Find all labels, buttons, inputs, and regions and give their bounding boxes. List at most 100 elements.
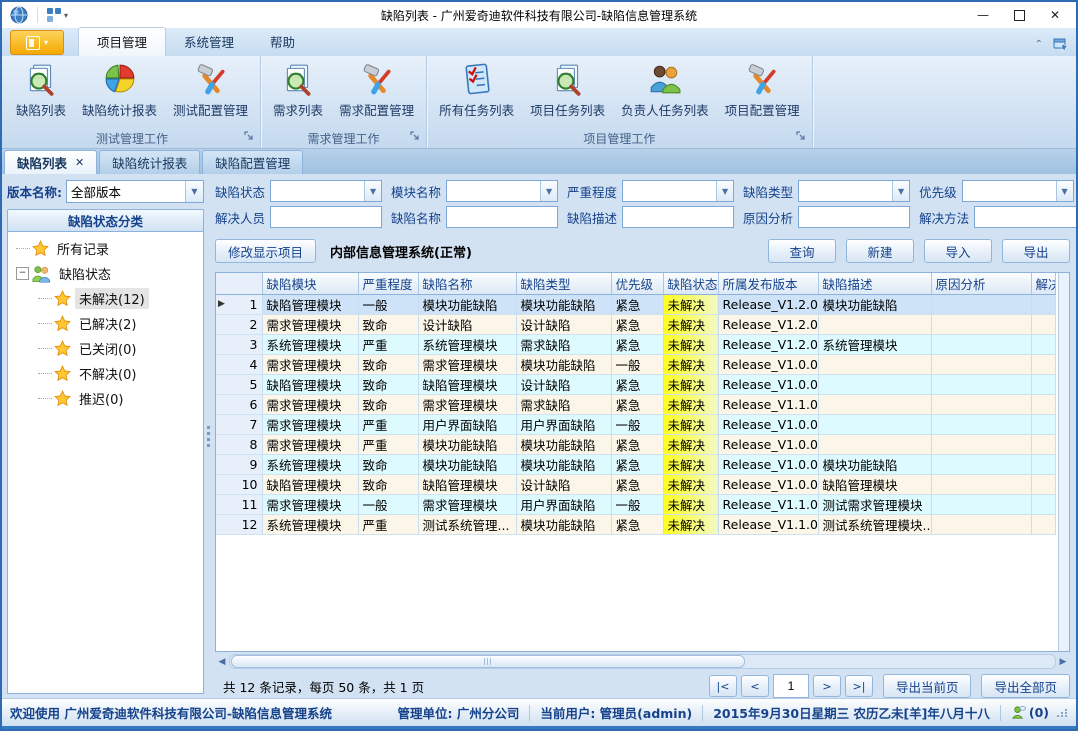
action-button-查询[interactable]: 查询 [768,239,836,263]
cell[interactable] [931,475,1031,495]
cell[interactable] [931,395,1031,415]
column-header-解决...[interactable]: 解决... [1031,273,1055,295]
chevron-down-icon[interactable]: ▼ [716,181,733,201]
cell[interactable]: 模块功能缺陷 [516,355,611,375]
cell[interactable] [931,415,1031,435]
ribbon-button-项目配置管理[interactable]: 项目配置管理 [717,58,808,120]
cell[interactable]: 一般 [358,495,418,515]
cell[interactable]: 未解决 [663,335,718,355]
row-header[interactable]: 3 [216,335,262,355]
ribbon-button-缺陷列表[interactable]: 缺陷列表 [8,58,74,120]
cell[interactable]: Release_V1.0.0 [718,475,818,495]
cell[interactable]: 紧急 [611,295,663,315]
table-row[interactable]: 8需求管理模块严重模块功能缺陷模块功能缺陷紧急未解决Release_V1.0.0 [216,435,1055,455]
cell[interactable]: 紧急 [611,315,663,335]
cell[interactable]: 致命 [358,355,418,375]
cell[interactable] [1031,435,1055,455]
action-button-导出[interactable]: 导出 [1002,239,1070,263]
cell[interactable]: 未解决 [663,375,718,395]
cell[interactable]: 未解决 [663,495,718,515]
tree-item-不解决(0)[interactable]: 不解决(0) [8,361,203,386]
cell[interactable]: 需求管理模块 [262,435,358,455]
cell[interactable]: 紧急 [611,435,663,455]
cell[interactable]: 模块功能缺陷 [818,295,931,315]
cell[interactable]: Release_V1.0.0 [718,355,818,375]
cell[interactable] [1031,295,1055,315]
filter-input-缺陷类型[interactable] [799,181,892,201]
cell[interactable]: 模块功能缺陷 [516,455,611,475]
cell[interactable]: Release_V1.1.0 [718,515,818,535]
column-header-原因分析[interactable]: 原因分析 [931,273,1031,295]
cell[interactable]: 一般 [358,295,418,315]
cell[interactable]: 未解决 [663,395,718,415]
table-row[interactable]: 12系统管理模块严重测试系统管理...模块功能缺陷紧急未解决Release_V1… [216,515,1055,535]
cell[interactable] [931,295,1031,315]
cell[interactable]: 需求缺陷 [516,395,611,415]
row-header[interactable]: 10 [216,475,262,495]
filter-input-严重程度[interactable] [623,181,716,201]
cell[interactable] [931,375,1031,395]
cell[interactable]: 缺陷管理模块 [262,475,358,495]
cell[interactable]: 一般 [611,415,663,435]
cell[interactable]: 未解决 [663,315,718,335]
cell[interactable]: 紧急 [611,395,663,415]
cell[interactable]: 缺陷管理模块 [818,475,931,495]
cell[interactable]: 系统管理模块 [262,335,358,355]
cell[interactable]: 测试系统管理... [418,515,516,535]
cell[interactable]: 系统管理模块 [418,335,516,355]
row-header[interactable]: 6 [216,395,262,415]
cell[interactable]: 需求管理模块 [262,495,358,515]
cell[interactable]: Release_V1.2.0 [718,335,818,355]
doc-tab-1[interactable]: 缺陷统计报表 [99,150,200,174]
cell[interactable]: 模块功能缺陷 [516,295,611,315]
cell[interactable]: 缺陷管理模块 [262,295,358,315]
cell[interactable]: 一般 [611,355,663,375]
next-page-button[interactable]: > [813,675,841,697]
cell[interactable]: 未解决 [663,415,718,435]
doc-tab-0[interactable]: 缺陷列表✕ [4,150,97,174]
ribbon-button-负责人任务列表[interactable]: 负责人任务列表 [613,58,717,120]
minimize-button[interactable]: — [966,4,1000,26]
cell[interactable] [1031,355,1055,375]
cell[interactable]: 用户界面缺陷 [516,495,611,515]
switch-window-icon[interactable] [1053,37,1070,52]
cell[interactable]: 未解决 [663,435,718,455]
cell[interactable]: 缺陷管理模块 [262,375,358,395]
filter-input-原因分析[interactable] [799,207,909,227]
ribbon-button-缺陷统计报表[interactable]: 缺陷统计报表 [74,58,165,120]
chevron-down-icon[interactable]: ▼ [540,181,557,201]
cell[interactable]: 致命 [358,375,418,395]
cell[interactable]: 模块功能缺陷 [418,295,516,315]
chevron-down-icon[interactable]: ▼ [364,181,381,201]
prev-page-button[interactable]: < [741,675,769,697]
cell[interactable]: 紧急 [611,375,663,395]
row-header[interactable]: 5 [216,375,262,395]
filter-input-模块名称[interactable] [447,181,540,201]
cell[interactable]: Release_V1.1.0 [718,495,818,515]
action-button-新建[interactable]: 新建 [846,239,914,263]
cell[interactable]: 未解决 [663,355,718,375]
cell[interactable]: 需求管理模块 [262,395,358,415]
cell[interactable]: 需求管理模块 [418,395,516,415]
resize-grip[interactable] [1057,709,1068,717]
export-all-pages-button[interactable]: 导出全部页 [981,674,1070,698]
ribbon-button-需求配置管理[interactable]: 需求配置管理 [331,58,422,120]
hscroll-thumb[interactable] [231,655,745,668]
chevron-down-icon[interactable]: ▼ [185,181,203,202]
cell[interactable] [1031,495,1055,515]
cell[interactable]: Release_V1.0.0 [718,415,818,435]
cell[interactable]: Release_V1.2.0 [718,295,818,315]
scroll-left-icon[interactable]: ◀ [215,655,229,669]
cell[interactable] [818,435,931,455]
doc-tab-2[interactable]: 缺陷配置管理 [202,150,303,174]
cell[interactable]: 系统管理模块 [818,335,931,355]
row-header[interactable]: 9 [216,455,262,475]
cell[interactable] [931,315,1031,335]
table-row[interactable]: 2需求管理模块致命设计缺陷设计缺陷紧急未解决Release_V1.2.0 [216,315,1055,335]
scroll-right-icon[interactable]: ▶ [1056,655,1070,669]
cell[interactable]: 需求管理模块 [262,355,358,375]
filter-input-解决人员[interactable] [271,207,381,227]
cell[interactable]: 未解决 [663,295,718,315]
cell[interactable]: 系统管理模块 [262,515,358,535]
column-header-缺陷状态[interactable]: 缺陷状态 [663,273,718,295]
